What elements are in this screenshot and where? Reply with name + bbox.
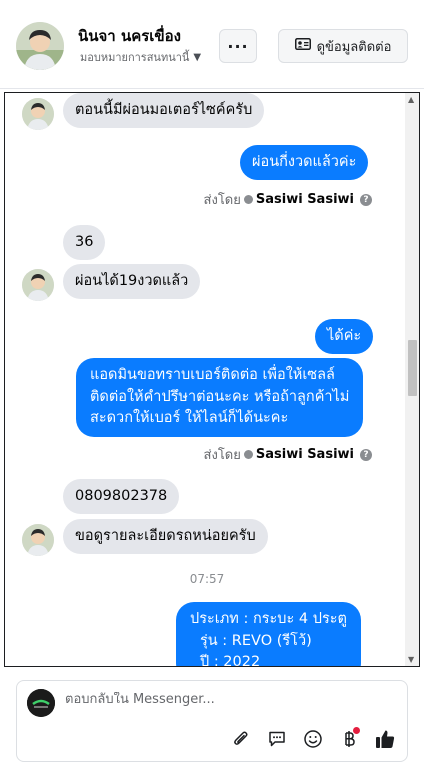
scroll-down-arrow-icon[interactable]: ▼ — [408, 655, 414, 664]
incoming-message[interactable]: ตอนนี้มีผ่อนมอเตอร์ไซค์ครับ — [63, 93, 265, 128]
sent-by-label: ส่งโดย Sasiwi Sasiwi ? — [204, 444, 372, 465]
paperclip-icon[interactable] — [227, 725, 255, 753]
sent-by-label: ส่งโดย Sasiwi Sasiwi ? — [204, 189, 372, 210]
incoming-message[interactable]: 0809802378 — [63, 479, 180, 514]
message-line: สะดวกให้เบอร์ ให้ไลน์ก็ได้นะคะ — [90, 410, 289, 426]
thumbs-up-icon[interactable] — [371, 725, 399, 753]
info-icon[interactable]: ? — [360, 193, 372, 206]
more-options-button[interactable]: ··· — [219, 29, 257, 63]
contact-avatar-small — [22, 98, 54, 130]
sender-name: Sasiwi Sasiwi — [255, 447, 354, 462]
sent-by-prefix: ส่งโดย — [203, 193, 241, 208]
conversation-header: นินจา นครเขื่อง มอบหมายการสนทนานี้ ▼ ···… — [0, 0, 424, 92]
speech-bubble-icon[interactable] — [263, 725, 291, 753]
view-contact-info-button[interactable]: ดูข้อมูลติดต่อ — [278, 29, 408, 63]
contact-avatar[interactable] — [16, 22, 64, 70]
contact-avatar-small — [22, 524, 54, 556]
contact-card-icon — [294, 38, 311, 54]
page-avatar — [27, 689, 55, 717]
outgoing-message[interactable]: ได้ค่ะ — [315, 319, 374, 354]
verified-icon — [243, 195, 253, 204]
header-divider — [0, 88, 424, 89]
info-icon[interactable]: ? — [360, 448, 372, 461]
reply-input[interactable] — [65, 692, 365, 707]
scrollbar-thumb[interactable] — [408, 340, 417, 396]
notification-dot — [353, 727, 360, 734]
message-line: ติดต่อให้คำปรึษาต่อนะคะ หรือถ้าลูกค้าไม่ — [90, 388, 350, 405]
message-line: ประเภท : กระบะ 4 ประตู — [190, 611, 347, 627]
message-line: รุ่น : REVO (รีโว้) — [200, 632, 312, 649]
incoming-message[interactable]: 36 — [63, 225, 106, 260]
contact-avatar-small — [22, 269, 54, 301]
baht-icon[interactable] — [335, 725, 363, 753]
incoming-message[interactable]: ผ่อนได้19งวดแล้ว — [63, 264, 201, 299]
reply-composer — [16, 680, 408, 762]
contact-name: นินจา นครเขื่อง — [78, 27, 182, 45]
chevron-down-icon: ▼ — [193, 51, 202, 63]
outgoing-message-multiline[interactable]: แอดมินขอทราบเบอร์ติดต่อ เพื่อให้เซลล์ ติ… — [76, 358, 364, 437]
assignee-label: มอบหมายการสนทนานี้ — [80, 51, 190, 64]
view-contact-info-label: ดูข้อมูลติดต่อ — [316, 39, 392, 55]
message-thread[interactable]: ตอนนี้มีผ่อนมอเตอร์ไซค์ครับ ผ่อนกี่งวดแล… — [4, 92, 420, 667]
thread-scrollbar[interactable]: ▲ ▼ — [405, 93, 419, 666]
incoming-message[interactable]: ขอดูรายละเอียดรถหน่อยครับ — [63, 519, 268, 554]
scroll-up-arrow-icon[interactable]: ▲ — [408, 95, 414, 104]
message-line: แอดมินขอทราบเบอร์ติดต่อ เพื่อให้เซลล์ — [90, 367, 335, 383]
more-icon: ··· — [227, 36, 249, 56]
message-timestamp: 07:57 — [189, 572, 225, 586]
outgoing-message-multiline[interactable]: ประเภท : กระบะ 4 ประตู รุ่น : REVO (รีโว… — [176, 602, 361, 667]
sent-by-prefix: ส่งโดย — [203, 448, 241, 463]
outgoing-message[interactable]: ผ่อนกี่งวดแล้วค่ะ — [240, 145, 369, 180]
verified-icon — [243, 450, 253, 459]
message-line: ปี : 2022 — [200, 654, 261, 667]
assign-conversation-dropdown[interactable]: มอบหมายการสนทนานี้ ▼ — [80, 48, 201, 66]
sender-name: Sasiwi Sasiwi — [255, 192, 354, 207]
emoji-icon[interactable] — [299, 725, 327, 753]
composer-toolbar — [227, 725, 399, 753]
